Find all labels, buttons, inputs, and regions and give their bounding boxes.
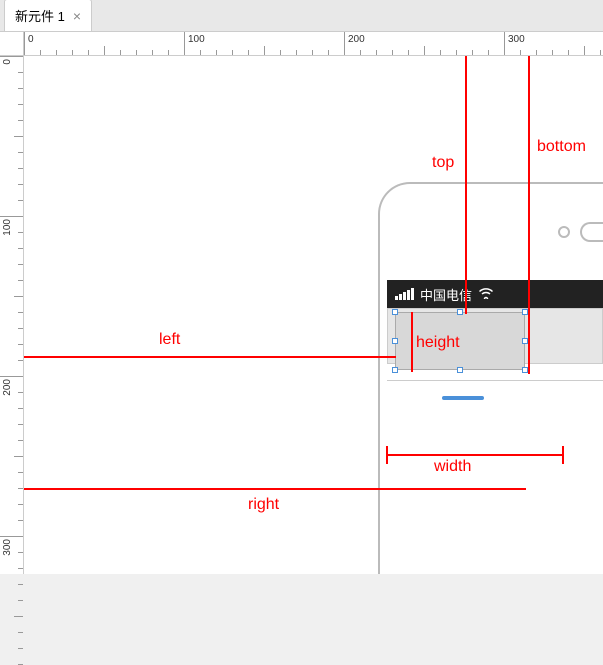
divider	[387, 380, 603, 381]
signal-icon	[395, 288, 414, 300]
design-editor: 新元件 1 × 0100200300 0100200300 中国电信	[0, 0, 603, 574]
tab-bar: 新元件 1 ×	[0, 0, 603, 32]
annotation-tick-width-l	[386, 446, 388, 464]
annotation-line-height	[411, 312, 413, 372]
ruler-corner	[0, 32, 24, 56]
annotation-left: left	[159, 331, 180, 349]
wifi-icon	[478, 286, 494, 302]
phone-camera-dot	[558, 226, 570, 238]
tab-title: 新元件 1	[15, 6, 65, 25]
phone-statusbar: 中国电信	[387, 280, 603, 308]
phone-speaker	[580, 222, 603, 242]
annotation-height: height	[416, 334, 460, 352]
canvas[interactable]: 中国电信 top bottom left right	[24, 56, 603, 574]
annotation-tick-width-r	[562, 446, 564, 464]
annotation-line-right	[24, 488, 526, 490]
annotation-top: top	[432, 154, 454, 172]
annotation-line-width	[386, 454, 564, 456]
close-icon[interactable]: ×	[73, 8, 81, 24]
annotation-line-bottom	[528, 56, 530, 374]
ruler-horizontal[interactable]: 0100200300	[24, 32, 603, 56]
phone-frame	[378, 182, 603, 574]
annotation-bottom: bottom	[537, 138, 586, 156]
ruler-vertical[interactable]: 0100200300	[0, 56, 24, 574]
annotation-line-left	[24, 356, 396, 358]
document-tab[interactable]: 新元件 1 ×	[4, 0, 92, 31]
annotation-right: right	[248, 496, 279, 514]
selected-element[interactable]	[395, 312, 525, 370]
annotation-width: width	[434, 458, 471, 476]
page-indicator	[442, 396, 484, 400]
annotation-line-top	[465, 56, 467, 314]
